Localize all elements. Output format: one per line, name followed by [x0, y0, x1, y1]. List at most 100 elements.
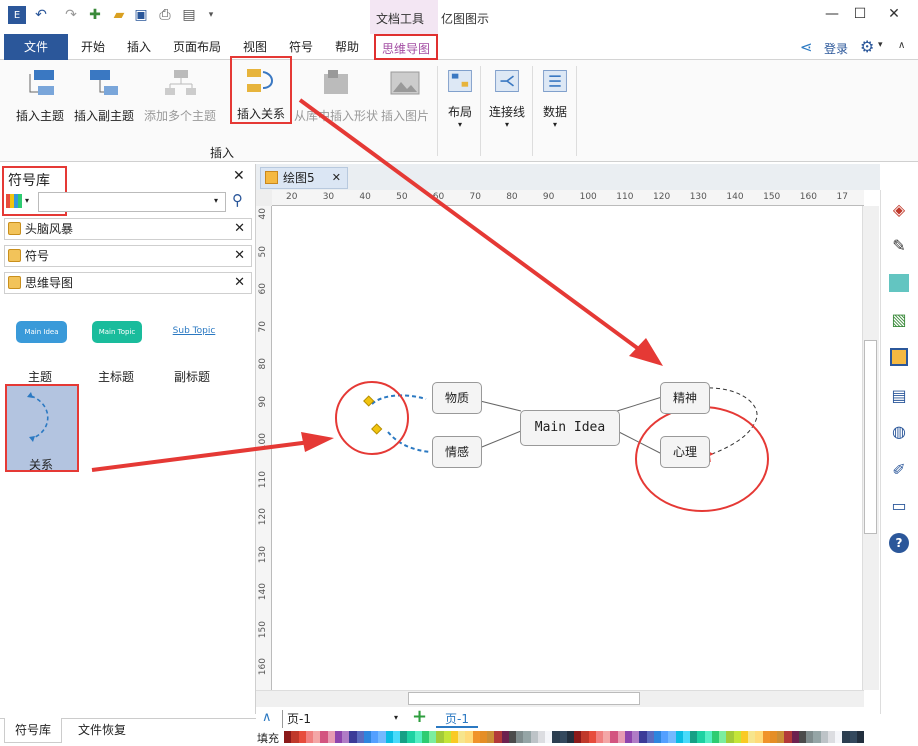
color-swatch[interactable] [530, 731, 538, 743]
color-swatch[interactable] [646, 731, 654, 743]
color-swatch[interactable] [661, 731, 669, 743]
color-swatch[interactable] [414, 731, 422, 743]
document-tab-close-icon[interactable]: ✕ [332, 168, 341, 188]
new-file-icon[interactable]: ✚ [86, 6, 104, 24]
color-swatch[interactable] [827, 731, 835, 743]
color-swatch[interactable] [632, 731, 640, 743]
color-swatch[interactable] [566, 731, 574, 743]
export-icon[interactable]: ▤ [180, 6, 198, 24]
color-swatch[interactable] [849, 731, 857, 743]
color-swatch[interactable] [798, 731, 806, 743]
library-item-close-icon[interactable]: ✕ [234, 273, 245, 293]
topic-node-matter[interactable]: 物质 [432, 382, 482, 414]
mind-map-diagram[interactable] [272, 206, 864, 690]
page-nav-up-icon[interactable]: ∧ [262, 710, 272, 725]
color-swatch[interactable] [320, 731, 328, 743]
color-swatch[interactable] [537, 731, 545, 743]
color-swatch[interactable] [508, 731, 516, 743]
tab-file-recovery[interactable]: 文件恢复 [70, 718, 134, 743]
help-icon[interactable]: ? [886, 530, 912, 556]
insert-image-button[interactable]: 插入图片 [380, 64, 430, 124]
tab-page-layout[interactable]: 页面布局 [166, 34, 228, 60]
color-swatch[interactable] [385, 731, 393, 743]
color-swatch[interactable] [436, 731, 444, 743]
color-swatch[interactable] [363, 731, 371, 743]
qat-customize-icon[interactable]: ▾ [202, 6, 220, 24]
page-tab-1[interactable]: 页-1 [436, 710, 478, 728]
library-item-brainstorm[interactable]: 头脑风暴 ✕ [4, 218, 252, 240]
shadow-icon[interactable] [886, 270, 912, 296]
document-tab[interactable]: 绘图5 ✕ [260, 167, 348, 189]
library-close-icon[interactable]: ✕ [233, 168, 245, 184]
redo-icon[interactable]: ↷ [62, 6, 80, 24]
settings-dropdown-icon[interactable]: ▾ [878, 40, 883, 50]
color-swatch[interactable] [313, 731, 321, 743]
color-swatch[interactable] [856, 731, 864, 743]
color-swatch[interactable] [842, 731, 850, 743]
library-search-input[interactable] [38, 192, 226, 212]
main-idea-node[interactable]: Main Idea [520, 410, 620, 446]
color-swatch[interactable] [784, 731, 792, 743]
insert-relation-button[interactable]: 插入关系 [230, 56, 292, 124]
color-swatch[interactable] [835, 731, 843, 743]
close-window-button[interactable]: ✕ [880, 6, 908, 26]
color-swatch[interactable] [472, 731, 480, 743]
relation-handle[interactable] [371, 423, 383, 435]
add-page-button[interactable]: + [412, 706, 427, 727]
color-swatch[interactable] [769, 731, 777, 743]
color-swatch[interactable] [697, 731, 705, 743]
insert-topic-button[interactable]: 插入主题 [12, 64, 68, 124]
search-dropdown-icon[interactable]: ▾ [214, 196, 218, 205]
add-multiple-topics-button[interactable]: 添加多个主题 [142, 64, 218, 124]
color-swatch[interactable] [603, 731, 611, 743]
color-swatch[interactable] [820, 731, 828, 743]
color-swatch[interactable] [726, 731, 734, 743]
undo-icon[interactable]: ↶ [32, 6, 50, 24]
topic-node-emotion[interactable]: 情感 [432, 436, 482, 468]
vertical-scroll-thumb[interactable] [864, 340, 877, 534]
tab-insert[interactable]: 插入 [120, 34, 158, 60]
color-swatch[interactable] [675, 731, 683, 743]
color-swatch[interactable] [690, 731, 698, 743]
page-dropdown[interactable]: 页-1 ▾ [282, 710, 402, 728]
shape-relation[interactable]: 关系 [5, 384, 79, 472]
color-swatch[interactable] [733, 731, 741, 743]
color-swatch[interactable] [748, 731, 756, 743]
color-swatch[interactable] [407, 731, 415, 743]
share-icon[interactable]: ⋖ [800, 38, 813, 56]
color-swatch[interactable] [610, 731, 618, 743]
color-swatch[interactable] [704, 731, 712, 743]
library-item-close-icon[interactable]: ✕ [234, 219, 245, 239]
color-swatch[interactable] [305, 731, 313, 743]
color-swatch[interactable] [465, 731, 473, 743]
connector-button[interactable]: 连接线 ▾ [484, 64, 530, 129]
color-swatch[interactable] [443, 731, 451, 743]
color-swatch[interactable] [284, 731, 292, 743]
shape-main-idea[interactable]: Main Idea [16, 321, 67, 343]
color-swatch[interactable] [291, 731, 299, 743]
color-swatch[interactable] [755, 731, 763, 743]
tab-file[interactable]: 文件 [4, 34, 68, 60]
color-swatch[interactable] [298, 731, 306, 743]
color-swatch[interactable] [595, 731, 603, 743]
topic-node-spirit[interactable]: 精神 [660, 382, 710, 414]
ribbon-collapse-icon[interactable]: ∧ [898, 40, 905, 51]
tab-home[interactable]: 开始 [74, 34, 112, 60]
color-swatch[interactable] [545, 731, 553, 743]
save-icon[interactable]: ▣ [132, 6, 150, 24]
library-category-dropdown-icon[interactable]: ▾ [25, 196, 29, 205]
color-swatch[interactable] [429, 731, 437, 743]
color-swatch[interactable] [617, 731, 625, 743]
color-swatch[interactable] [523, 731, 531, 743]
color-swatch[interactable] [581, 731, 589, 743]
color-swatch[interactable] [762, 731, 770, 743]
open-folder-icon[interactable]: ▰ [110, 6, 128, 24]
color-swatch[interactable] [682, 731, 690, 743]
fill-bucket-icon[interactable]: ◈ [886, 196, 912, 222]
color-swatch[interactable] [719, 731, 727, 743]
color-swatch[interactable] [791, 731, 799, 743]
settings-gear-icon[interactable]: ⚙ [860, 37, 874, 56]
library-category-icon[interactable] [6, 194, 22, 208]
data-button[interactable]: 数据 ▾ [536, 64, 574, 129]
color-swatch[interactable] [349, 731, 357, 743]
